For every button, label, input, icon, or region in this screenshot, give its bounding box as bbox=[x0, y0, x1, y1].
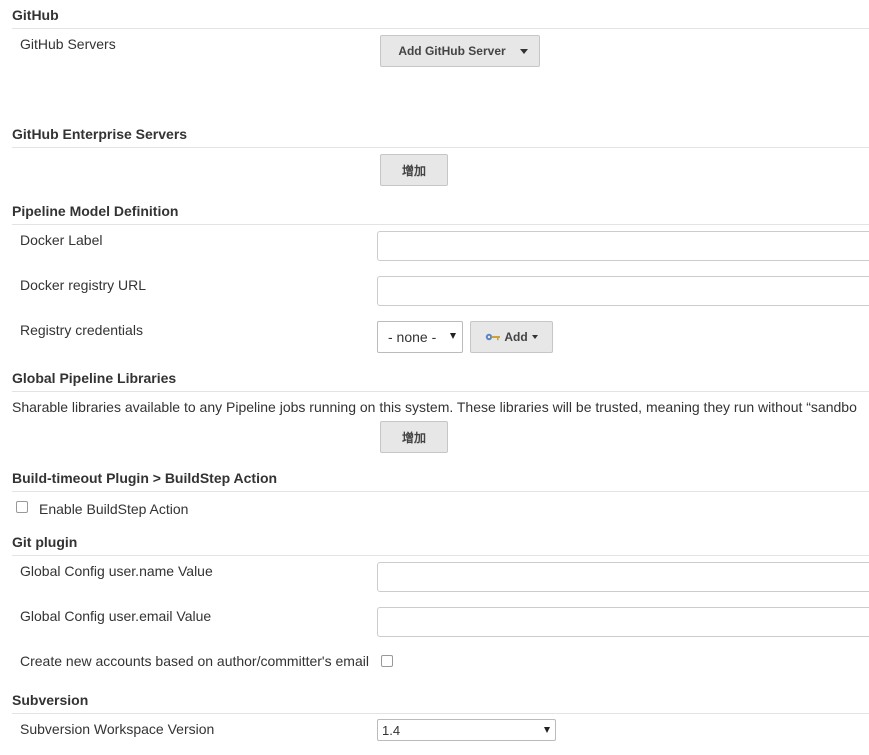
section-git-plugin-heading: Git plugin bbox=[12, 534, 869, 556]
git-user-name-input[interactable] bbox=[377, 562, 869, 592]
enable-buildstep-label: Enable BuildStep Action bbox=[39, 501, 189, 517]
section-build-timeout-heading: Build-timeout Plugin > BuildStep Action bbox=[12, 470, 869, 492]
credentials-add-button[interactable]: Add bbox=[470, 321, 553, 353]
global-libraries-description: Sharable libraries available to any Pipe… bbox=[12, 399, 857, 415]
chevron-down-icon bbox=[544, 727, 550, 733]
jenkins-config-page: GitHub GitHub Servers Add GitHub Server … bbox=[0, 0, 869, 755]
add-github-server-label: Add GitHub Server bbox=[398, 44, 506, 58]
credentials-add-label: Add bbox=[504, 330, 528, 344]
svn-workspace-version-value: 1.4 bbox=[382, 722, 401, 738]
registry-credentials-select[interactable]: - none - bbox=[377, 321, 463, 353]
svn-workspace-version-select[interactable]: 1.4 bbox=[377, 719, 556, 741]
chevron-down-icon bbox=[519, 48, 528, 54]
chevron-down-icon bbox=[450, 333, 456, 339]
git-user-name-label: Global Config user.name Value bbox=[20, 563, 213, 579]
registry-credentials-label: Registry credentials bbox=[20, 322, 143, 338]
create-accounts-label: Create new accounts based on author/comm… bbox=[20, 653, 369, 669]
docker-label-input[interactable] bbox=[377, 231, 869, 261]
section-github-enterprise-heading: GitHub Enterprise Servers bbox=[12, 126, 869, 148]
section-global-libraries-heading: Global Pipeline Libraries bbox=[12, 370, 869, 392]
docker-label-label: Docker Label bbox=[20, 232, 103, 248]
git-user-email-label: Global Config user.email Value bbox=[20, 608, 212, 624]
section-subversion-heading: Subversion bbox=[12, 692, 869, 714]
add-github-server-button[interactable]: Add GitHub Server bbox=[380, 35, 540, 67]
add-library-button[interactable]: 增加 bbox=[380, 421, 448, 453]
docker-registry-url-input[interactable] bbox=[377, 276, 869, 306]
section-pipeline-model-heading: Pipeline Model Definition bbox=[12, 203, 869, 225]
registry-credentials-value: - none - bbox=[388, 329, 437, 345]
svn-workspace-version-label: Subversion Workspace Version bbox=[20, 721, 215, 737]
git-user-email-input[interactable] bbox=[377, 607, 869, 637]
create-accounts-checkbox[interactable] bbox=[381, 655, 393, 667]
section-github-heading: GitHub bbox=[12, 7, 869, 29]
enable-buildstep-checkbox[interactable] bbox=[16, 501, 28, 513]
add-enterprise-server-button[interactable]: 增加 bbox=[380, 154, 448, 186]
github-servers-label: GitHub Servers bbox=[20, 36, 116, 52]
docker-registry-url-label: Docker registry URL bbox=[20, 277, 147, 293]
chevron-down-icon bbox=[531, 335, 538, 339]
key-icon bbox=[486, 333, 501, 341]
